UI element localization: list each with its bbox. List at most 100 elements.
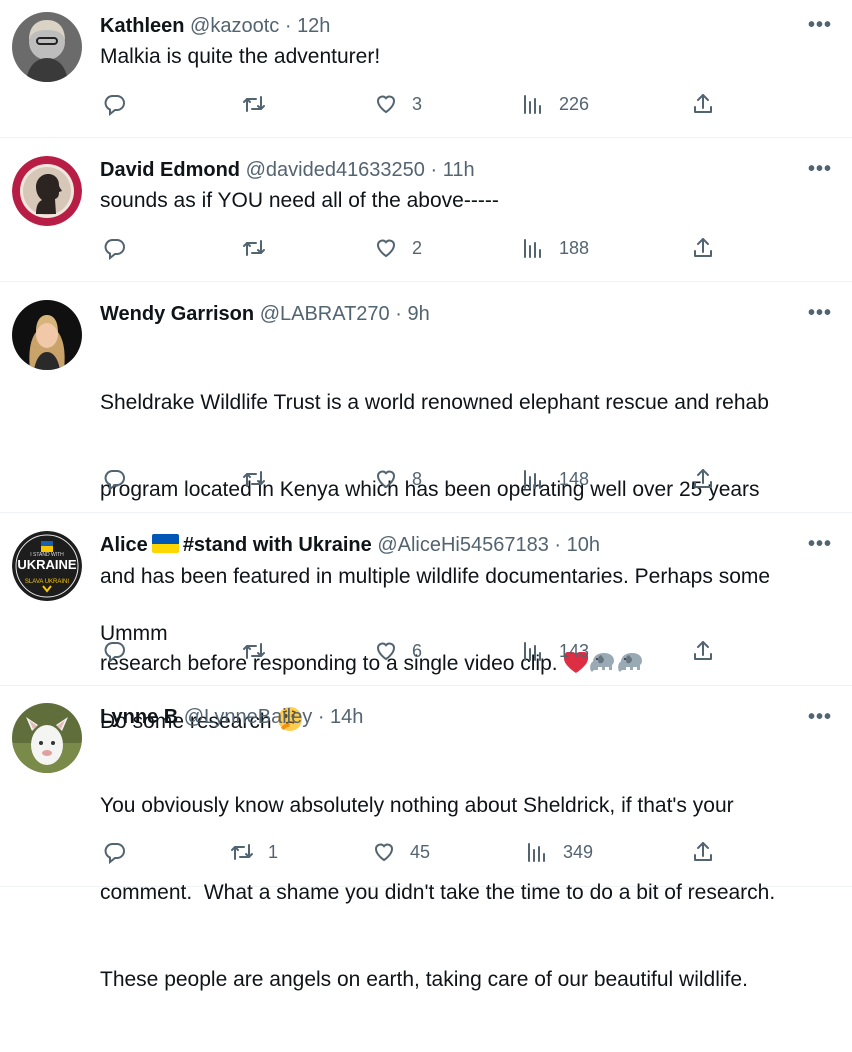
author-name[interactable]: Kathleen [100, 15, 184, 37]
views-icon [521, 639, 545, 663]
retweet-button[interactable] [242, 639, 280, 663]
share-icon [691, 467, 715, 491]
separator-dot: · [395, 303, 402, 325]
share-button[interactable] [691, 639, 729, 663]
action-bar: 1 45 349 [100, 840, 720, 870]
share-icon [691, 840, 715, 864]
timestamp[interactable]: 11h [443, 159, 475, 181]
tweet[interactable]: David Edmond @davided41633250 · 11h soun… [0, 138, 852, 282]
views-button[interactable]: 188 [521, 236, 589, 260]
like-button[interactable]: 2 [374, 236, 422, 260]
timestamp[interactable]: 12h [297, 15, 330, 37]
like-count: 8 [412, 468, 423, 489]
like-button[interactable]: 8 [374, 467, 422, 491]
avatar[interactable] [12, 156, 82, 226]
tweet-text-line: These people are angels on earth, taking… [100, 968, 748, 991]
separator-dot: · [284, 15, 292, 37]
views-count: 226 [559, 93, 590, 114]
views-icon [521, 236, 545, 260]
like-count: 2 [412, 237, 423, 258]
tweet-text: Malkia is quite the adventurer! [100, 45, 381, 68]
views-count: 148 [559, 468, 590, 489]
timestamp[interactable]: 14h [330, 706, 363, 728]
retweet-button[interactable] [242, 92, 280, 116]
like-icon [372, 840, 396, 864]
reply-icon [103, 639, 127, 663]
views-count: 143 [559, 640, 590, 661]
separator-dot: · [430, 159, 438, 181]
more-icon[interactable]: ••• [808, 14, 832, 37]
like-icon [374, 467, 398, 491]
more-icon[interactable]: ••• [808, 302, 832, 325]
author-handle[interactable]: @LynneBailey [184, 706, 313, 728]
views-button[interactable]: 148 [521, 467, 589, 491]
reply-icon [103, 467, 127, 491]
like-icon [374, 639, 398, 663]
tweet-text: You obviously know absolutely nothing ab… [100, 733, 832, 1052]
reply-button[interactable] [103, 92, 141, 116]
views-button[interactable]: 143 [521, 639, 589, 663]
tweet-text-line: comment. What a shame you didn't take th… [100, 881, 776, 904]
like-button[interactable]: 45 [372, 840, 430, 864]
author-name-hashtag[interactable]: #stand with Ukraine [183, 534, 372, 556]
tweet-text: sounds as if YOU need all of the above--… [100, 189, 499, 212]
retweet-button[interactable] [242, 236, 280, 260]
reply-button[interactable] [103, 467, 141, 491]
author-handle[interactable]: @LABRAT270 [260, 303, 390, 325]
tweet-text-line: Sheldrake Wildlife Trust is a world reno… [100, 391, 769, 414]
timestamp[interactable]: 9h [407, 303, 429, 325]
more-icon[interactable]: ••• [808, 533, 832, 556]
tweet-header: Alice #stand with Ukraine @AliceHi5456718… [100, 532, 832, 558]
reply-button[interactable] [103, 840, 141, 864]
reply-button[interactable] [103, 639, 141, 663]
action-bar: 3 226 [100, 92, 720, 122]
like-button[interactable]: 6 [374, 639, 422, 663]
tweet[interactable]: Kathleen @kazootc · 12h Malkia is quite … [0, 0, 852, 138]
views-button[interactable]: 349 [525, 840, 593, 864]
tweet-header: Wendy Garrison @LABRAT270 · 9h [100, 301, 832, 327]
badge-word-slava: SLAVA UKRAINI [25, 579, 69, 585]
reply-button[interactable] [103, 236, 141, 260]
views-count: 349 [563, 841, 594, 862]
retweet-button[interactable]: 1 [230, 840, 278, 864]
like-count: 6 [412, 640, 423, 661]
avatar[interactable]: UKRAINE SLAVA UKRAINI I STAND WITH [12, 531, 82, 601]
reply-icon [103, 236, 127, 260]
timestamp[interactable]: 10h [567, 534, 600, 556]
retweet-icon [242, 639, 266, 663]
share-button[interactable] [691, 467, 729, 491]
author-name[interactable]: Alice [100, 534, 148, 556]
tweet-header: Kathleen @kazootc · 12h [100, 13, 832, 39]
separator-dot: · [554, 534, 562, 556]
share-button[interactable] [691, 236, 729, 260]
retweet-icon [242, 92, 266, 116]
badge-word-ukraine: UKRAINE [17, 557, 77, 572]
more-icon[interactable]: ••• [808, 158, 832, 181]
views-button[interactable]: 226 [521, 92, 589, 116]
share-button[interactable] [691, 92, 729, 116]
retweet-button[interactable] [242, 467, 280, 491]
author-name[interactable]: Wendy Garrison [100, 303, 254, 325]
retweet-count: 1 [268, 841, 279, 862]
reply-icon [103, 92, 127, 116]
like-icon [374, 92, 398, 116]
share-button[interactable] [691, 840, 729, 864]
author-name[interactable]: Lynne B [100, 706, 178, 728]
ukraine-flag-icon [151, 534, 179, 553]
badge-word-stand: I STAND WITH [30, 552, 64, 558]
avatar[interactable] [12, 12, 82, 82]
avatar[interactable] [12, 703, 82, 773]
author-handle[interactable]: @AliceHi54567183 [377, 534, 549, 556]
tweet-text-line: You obviously know absolutely nothing ab… [100, 794, 734, 817]
more-icon[interactable]: ••• [808, 706, 832, 729]
author-handle[interactable]: @kazootc [190, 15, 279, 37]
tweet[interactable]: UKRAINE SLAVA UKRAINI I STAND WITH Alice #s… [0, 513, 852, 733]
like-button[interactable]: 3 [374, 92, 422, 116]
author-name[interactable]: David Edmond [100, 159, 240, 181]
action-bar: 2 188 [100, 236, 720, 266]
share-icon [691, 92, 715, 116]
tweet[interactable]: Wendy Garrison @LABRAT270 · 9h Sheldrake… [0, 282, 852, 675]
avatar[interactable] [12, 300, 82, 370]
tweet[interactable]: Lynne B @LynneBailey · 14h You obviously… [0, 686, 852, 991]
author-handle[interactable]: @davided41633250 [246, 159, 425, 181]
